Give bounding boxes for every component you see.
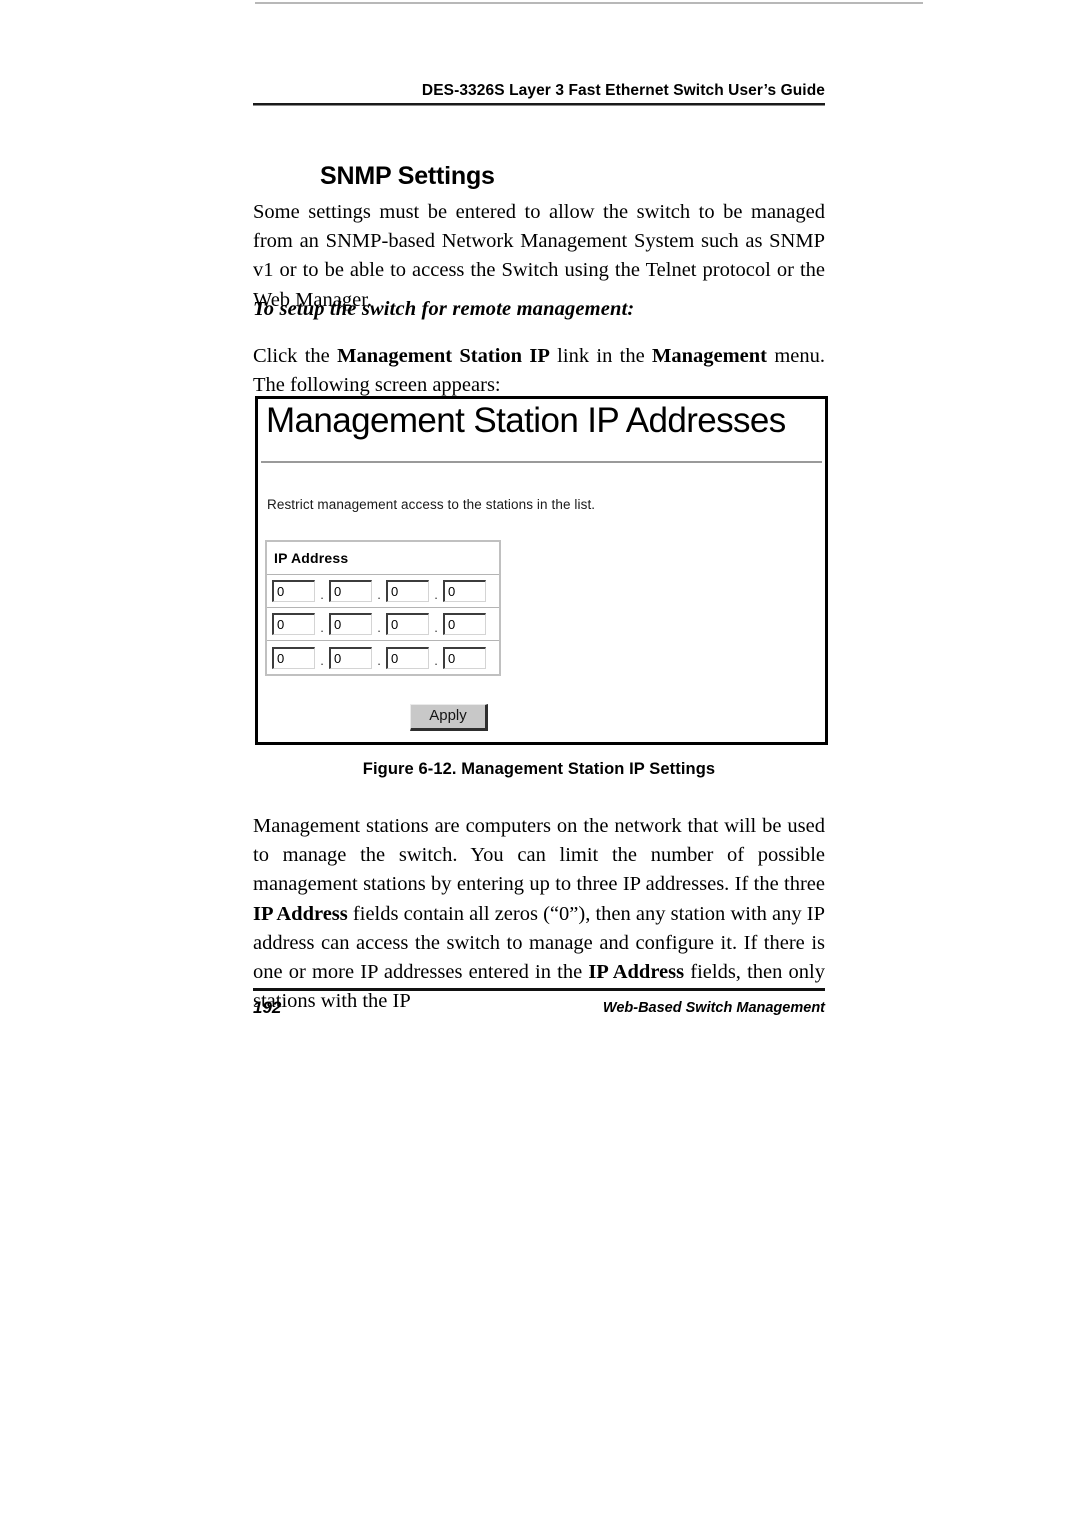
screen-title-divider xyxy=(261,461,822,463)
screen-description: Restrict management access to the statio… xyxy=(267,497,596,512)
closing-paragraph: Management stations are computers on the… xyxy=(253,812,825,1016)
octet-separator: . xyxy=(320,653,324,668)
ip-octet-input[interactable]: 0 xyxy=(386,613,429,635)
footer-section-label: Web-Based Switch Management xyxy=(602,1000,825,1016)
instruction-text-before: Click the xyxy=(253,345,338,367)
instruction-text-middle: link in the xyxy=(549,345,652,367)
ip-octet-input[interactable]: 0 xyxy=(443,613,486,635)
subsection-heading: To setup the switch for remote managemen… xyxy=(253,298,635,320)
ip-octet-input[interactable]: 0 xyxy=(443,646,486,669)
ip-octet-input[interactable]: 0 xyxy=(329,646,372,669)
management-menu-label: Management xyxy=(652,345,768,367)
ip-octet-input[interactable]: 0 xyxy=(272,646,315,669)
ip-octet-input[interactable]: 0 xyxy=(386,646,429,669)
ip-address-column-header: IP Address xyxy=(267,542,499,575)
table-row: 0 . 0 . 0 . 0 xyxy=(267,575,499,608)
figure-management-station-ip-screenshot: Management Station IP Addresses Restrict… xyxy=(255,396,828,745)
table-row: 0 . 0 . 0 . 0 xyxy=(267,641,499,674)
apply-button[interactable]: Apply xyxy=(410,704,488,731)
screen-title: Management Station IP Addresses xyxy=(266,401,786,440)
ip-address-term-2: IP Address xyxy=(588,961,685,984)
ip-address-table: IP Address 0 . 0 . 0 . 0 0 . 0 . 0 . 0 0… xyxy=(265,540,501,676)
page-title: SNMP Settings xyxy=(320,161,495,190)
instruction-paragraph: Click the Management Station IP link in … xyxy=(253,342,825,400)
ip-octet-input[interactable]: 0 xyxy=(329,613,372,635)
footer-divider xyxy=(253,988,825,991)
octet-separator: . xyxy=(434,586,438,602)
ip-address-term-1: IP Address xyxy=(253,902,348,925)
octet-separator: . xyxy=(377,586,381,602)
ip-octet-input[interactable]: 0 xyxy=(329,580,372,602)
running-header-title: DES-3326S Layer 3 Fast Ethernet Switch U… xyxy=(421,82,825,99)
octet-separator: . xyxy=(377,619,381,635)
closing-paragraph-block: Management stations are computers on the… xyxy=(253,812,825,1016)
figure-caption: Figure 6-12. Management Station IP Setti… xyxy=(362,760,716,778)
octet-separator: . xyxy=(377,653,381,668)
table-row: 0 . 0 . 0 . 0 xyxy=(267,608,499,641)
octet-separator: . xyxy=(320,586,324,602)
octet-separator: . xyxy=(434,619,438,635)
ip-octet-input[interactable]: 0 xyxy=(272,613,315,635)
octet-separator: . xyxy=(320,619,324,635)
management-station-ip-link[interactable]: Management Station IP xyxy=(337,345,550,367)
ip-octet-input[interactable]: 0 xyxy=(386,580,429,602)
page-top-edge-line xyxy=(255,2,923,4)
octet-separator: . xyxy=(434,653,438,668)
header-divider xyxy=(253,103,825,106)
ip-octet-input[interactable]: 0 xyxy=(443,580,486,602)
closing-text-1: Management stations are computers on the… xyxy=(253,815,825,896)
ip-octet-input[interactable]: 0 xyxy=(272,580,315,602)
instruction-paragraph-block: Click the Management Station IP link in … xyxy=(253,342,825,400)
